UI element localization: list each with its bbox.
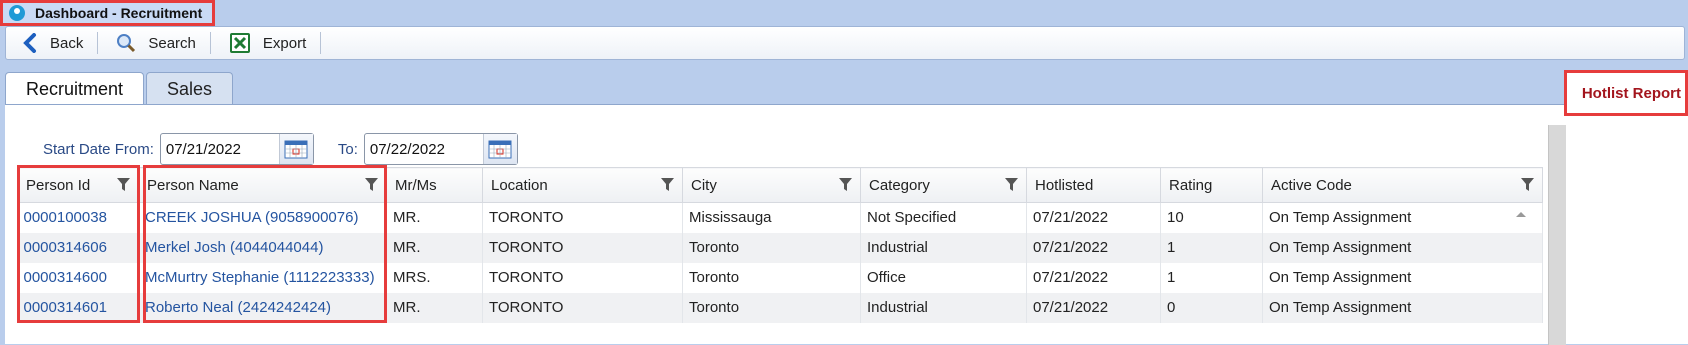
- filter-icon[interactable]: [117, 178, 130, 195]
- column-header-city[interactable]: City: [682, 167, 861, 203]
- column-label: Person Id: [26, 176, 91, 194]
- excel-icon: [229, 32, 251, 54]
- export-button[interactable]: Export: [225, 30, 320, 56]
- cell-rating: 1: [1160, 262, 1263, 293]
- cell-location: TORONTO: [482, 202, 683, 233]
- column-header-mr-ms[interactable]: Mr/Ms: [386, 167, 483, 203]
- cell-hotlisted: 07/21/2022: [1026, 292, 1161, 323]
- person-name-link[interactable]: CREEK JOSHUA (9058900076): [138, 202, 387, 233]
- toolbar-separator: [320, 32, 322, 54]
- end-date-label: To:: [337, 140, 358, 158]
- column-label: City: [691, 176, 717, 194]
- cell-location: TORONTO: [482, 232, 683, 263]
- filter-icon[interactable]: [365, 178, 378, 195]
- panel-scrollbar[interactable]: [1548, 125, 1566, 345]
- calendar-icon[interactable]: [278, 134, 313, 164]
- hotlist-grid: Person Id Person Name Mr/Ms Location Cit…: [17, 167, 1543, 323]
- column-label: Category: [869, 176, 930, 194]
- back-label: Back: [50, 34, 84, 52]
- column-label: Mr/Ms: [395, 176, 437, 194]
- column-header-rating[interactable]: Rating: [1160, 167, 1263, 203]
- main-panel: Start Date From: 07/21/2022 To: 07/22/20…: [5, 104, 1688, 345]
- cell-location: TORONTO: [482, 292, 683, 323]
- cell-city: Toronto: [682, 232, 861, 263]
- cell-category: Office: [860, 262, 1027, 293]
- search-icon: [116, 33, 136, 53]
- column-header-location[interactable]: Location: [482, 167, 683, 203]
- calendar-icon[interactable]: [482, 134, 517, 164]
- end-date-picker: 07/22/2022: [363, 133, 518, 165]
- cell-city: Toronto: [682, 262, 861, 293]
- column-label: Location: [491, 176, 548, 194]
- hotlist-report-link[interactable]: Hotlist Report: [1564, 70, 1688, 116]
- tab-sales[interactable]: Sales: [146, 72, 234, 105]
- table-row[interactable]: 0000100038 CREEK JOSHUA (9058900076) MR.…: [17, 202, 1543, 233]
- table-row[interactable]: 0000314600 McMurtry Stephanie (111222333…: [17, 262, 1543, 293]
- start-date-label: Start Date From:: [43, 140, 154, 158]
- cell-hotlisted: 07/21/2022: [1026, 202, 1161, 233]
- toolbar-separator: [209, 32, 211, 54]
- start-date-input[interactable]: 07/21/2022: [161, 141, 279, 158]
- cell-hotlisted: 07/21/2022: [1026, 262, 1161, 293]
- cell-active-code: On Temp Assignment: [1262, 202, 1543, 233]
- hotlist-report-label: Hotlist Report: [1581, 84, 1681, 102]
- grid-header-row: Person Id Person Name Mr/Ms Location Cit…: [17, 167, 1543, 203]
- back-button[interactable]: Back: [18, 30, 97, 56]
- column-header-person-name[interactable]: Person Name: [138, 167, 387, 203]
- tab-recruitment[interactable]: Recruitment: [5, 72, 145, 106]
- cell-rating: 10: [1160, 202, 1263, 233]
- start-date-picker: 07/21/2022: [159, 133, 314, 165]
- filter-icon[interactable]: [1005, 178, 1018, 195]
- cell-active-code: On Temp Assignment: [1262, 232, 1543, 263]
- person-id-link[interactable]: 0000314600: [17, 262, 139, 293]
- cell-category: Industrial: [860, 232, 1027, 263]
- person-id-link[interactable]: 0000314601: [17, 292, 139, 323]
- cell-city: Toronto: [682, 292, 861, 323]
- filter-icon[interactable]: [661, 178, 674, 195]
- column-label: Rating: [1169, 176, 1213, 194]
- tab-bar: Recruitment Sales: [5, 72, 235, 106]
- back-arrow-icon: [22, 33, 38, 53]
- column-label: Hotlisted: [1035, 176, 1094, 194]
- toolbar-separator: [97, 32, 99, 54]
- person-id-link[interactable]: 0000314606: [17, 232, 139, 263]
- cell-mr-ms: MR.: [386, 292, 483, 323]
- person-name-link[interactable]: Merkel Josh (4044044044): [138, 232, 387, 263]
- person-name-link[interactable]: McMurtry Stephanie (1112223333): [138, 262, 387, 293]
- filter-icon[interactable]: [1521, 178, 1534, 195]
- cell-rating: 0: [1160, 292, 1263, 323]
- grid-scroll-up-icon[interactable]: [1513, 207, 1529, 221]
- cell-category: Industrial: [860, 292, 1027, 323]
- window-title: Dashboard - Recruitment: [35, 5, 203, 21]
- column-header-hotlisted[interactable]: Hotlisted: [1026, 167, 1161, 203]
- cell-active-code: On Temp Assignment: [1262, 292, 1543, 323]
- person-id-link[interactable]: 0000100038: [17, 202, 139, 233]
- export-label: Export: [262, 34, 307, 52]
- search-button[interactable]: Search: [112, 30, 210, 56]
- app-icon: [9, 5, 25, 21]
- table-row[interactable]: 0000314601 Roberto Neal (2424242424) MR.…: [17, 292, 1543, 323]
- date-filters: Start Date From: 07/21/2022 To: 07/22/20…: [43, 133, 518, 165]
- column-header-person-id[interactable]: Person Id: [17, 167, 139, 203]
- cell-city: Mississauga: [682, 202, 861, 233]
- column-label: Active Code: [1271, 176, 1352, 194]
- cell-location: TORONTO: [482, 262, 683, 293]
- cell-mr-ms: MR.: [386, 232, 483, 263]
- column-header-active-code[interactable]: Active Code: [1262, 167, 1543, 203]
- toolbar: Back Search Export: [5, 26, 1685, 60]
- table-row[interactable]: 0000314606 Merkel Josh (4044044044) MR. …: [17, 232, 1543, 263]
- column-header-category[interactable]: Category: [860, 167, 1027, 203]
- cell-rating: 1: [1160, 232, 1263, 263]
- cell-hotlisted: 07/21/2022: [1026, 232, 1161, 263]
- person-name-link[interactable]: Roberto Neal (2424242424): [138, 292, 387, 323]
- window-title-bar: Dashboard - Recruitment: [0, 0, 215, 26]
- column-label: Person Name: [147, 176, 239, 194]
- cell-mr-ms: MRS.: [386, 262, 483, 293]
- cell-category: Not Specified: [860, 202, 1027, 233]
- cell-mr-ms: MR.: [386, 202, 483, 233]
- end-date-input[interactable]: 07/22/2022: [365, 141, 483, 158]
- cell-active-code: On Temp Assignment: [1262, 262, 1543, 293]
- filter-icon[interactable]: [839, 178, 852, 195]
- search-label: Search: [148, 34, 196, 52]
